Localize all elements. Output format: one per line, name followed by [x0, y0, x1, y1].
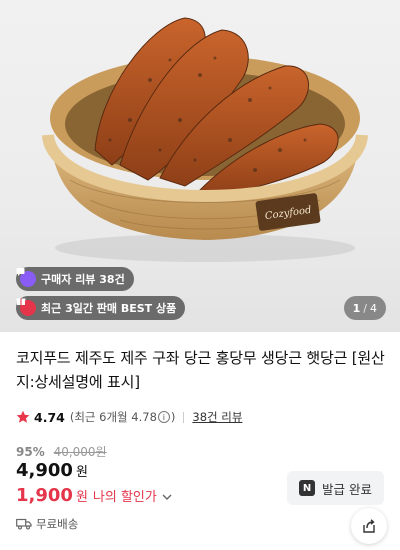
counter-total: 4 [370, 301, 377, 315]
discount-row: 95% 40,000원 [16, 443, 107, 460]
my-price-number: 1,900 [16, 485, 73, 506]
sale-price-number: 4,900 [16, 460, 73, 481]
coupon-issued-button[interactable]: N 발급 완료 [287, 471, 384, 505]
review-count-chip: 구매자 리뷰 38건 [16, 267, 134, 291]
truck-icon [16, 518, 32, 530]
discount-percent: 95% [16, 445, 45, 459]
naver-n-icon: N [299, 480, 315, 496]
rating-divider [183, 411, 185, 423]
review-icon [16, 268, 36, 287]
coupon-label: 발급 완료 [322, 481, 372, 497]
my-price-label: 나의 할인가 [92, 490, 157, 505]
shipping-info: 무료배송 [16, 516, 78, 532]
star-icon [16, 410, 30, 423]
counter-separator: / [363, 301, 367, 315]
product-title: 코지푸드 제주도 제주 구좌 당근 홍당무 생당근 햇당근 [원산지:상세설명에… [16, 349, 385, 391]
shipping-text: 무료배송 [36, 517, 79, 531]
counter-current: 1 [352, 301, 361, 315]
info-icon[interactable]: i [157, 411, 170, 423]
product-image[interactable]: Cozyfood 구매자 리뷰 38건 최근 3일간 판매 BEST 상품 1 … [0, 0, 400, 332]
share-button[interactable] [351, 508, 387, 544]
review-link[interactable]: 38건 리뷰 [192, 409, 242, 425]
image-page-counter: 1 / 4 [343, 296, 386, 320]
share-icon [363, 519, 375, 533]
rating-recent-prefix: (최근 6개월 4.78 [69, 410, 157, 424]
rating-row: 4.74 (최근 6개월 4.78 i ) 38건 리뷰 [16, 409, 242, 425]
original-price: 40,000원 [53, 445, 107, 459]
review-count-text: 구매자 리뷰 38건 [41, 273, 125, 286]
gift-icon [16, 298, 36, 316]
rating-recent-suffix: ) [170, 410, 176, 424]
sale-price-unit: 원 [75, 465, 88, 480]
best-seller-text: 최근 3일간 판매 BEST 상품 [41, 302, 177, 315]
best-seller-chip: 최근 3일간 판매 BEST 상품 [16, 296, 186, 320]
sale-price: 4,900 원 [16, 460, 88, 481]
my-price-unit: 원 [75, 490, 88, 505]
my-discount-price[interactable]: 1,900 원 나의 할인가 [16, 485, 172, 506]
rating-score: 4.74 [34, 409, 65, 425]
chevron-down-icon[interactable] [162, 494, 172, 501]
